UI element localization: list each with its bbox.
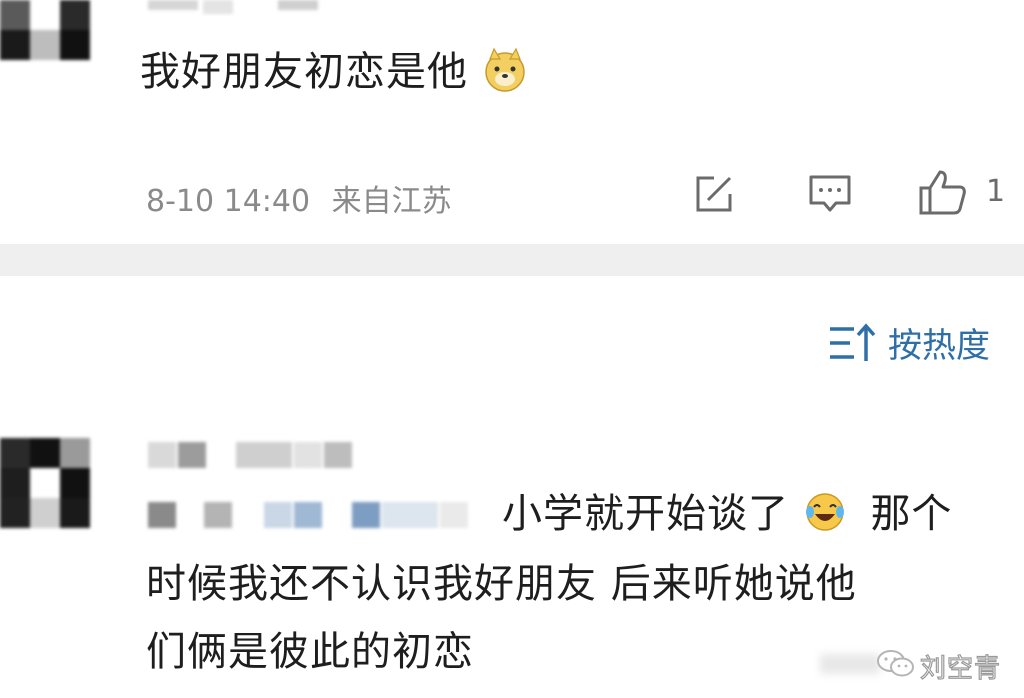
top-comment-text: 我好朋友初恋是他	[140, 44, 528, 100]
second-comment-line1: 小学就开始谈了 那个	[502, 486, 952, 542]
second-comment-line3: 们俩是彼此的初恋	[146, 629, 474, 675]
share-icon[interactable]	[692, 172, 738, 216]
second-comment-part2: 那个	[870, 491, 953, 537]
wechat-icon	[876, 648, 916, 684]
timestamp: 8-10 14:40	[146, 184, 311, 219]
like-button[interactable]: 1	[918, 168, 1008, 218]
second-comment-part1: 小学就开始谈了	[502, 491, 789, 537]
sort-icon	[828, 321, 880, 365]
watermark: 刘空青	[820, 640, 1024, 690]
section-divider	[0, 244, 1024, 276]
sort-label: 按热度	[888, 326, 990, 366]
reply-icon[interactable]	[806, 172, 854, 216]
avatar-top[interactable]	[0, 0, 92, 62]
like-icon	[918, 168, 968, 220]
doge-emoji-icon	[482, 47, 528, 93]
avatar-second[interactable]	[0, 438, 92, 530]
like-count: 1	[986, 174, 1006, 209]
top-comment-meta: 8-10 14:40 来自江苏	[146, 176, 452, 220]
username-top-redacted	[148, 0, 338, 14]
username-second-redacted	[148, 440, 368, 470]
second-comment-line2: 时候我还不认识我好朋友 后来听她说他	[146, 561, 857, 607]
laugh-cry-emoji-icon	[803, 490, 847, 534]
watermark-blur	[820, 654, 880, 674]
mention-redacted	[148, 500, 508, 530]
location: 来自江苏	[331, 184, 452, 219]
sort-button[interactable]: 按热度	[828, 318, 990, 367]
watermark-text: 刘空青	[919, 653, 1002, 684]
top-comment-body: 我好朋友初恋是他	[140, 49, 468, 95]
